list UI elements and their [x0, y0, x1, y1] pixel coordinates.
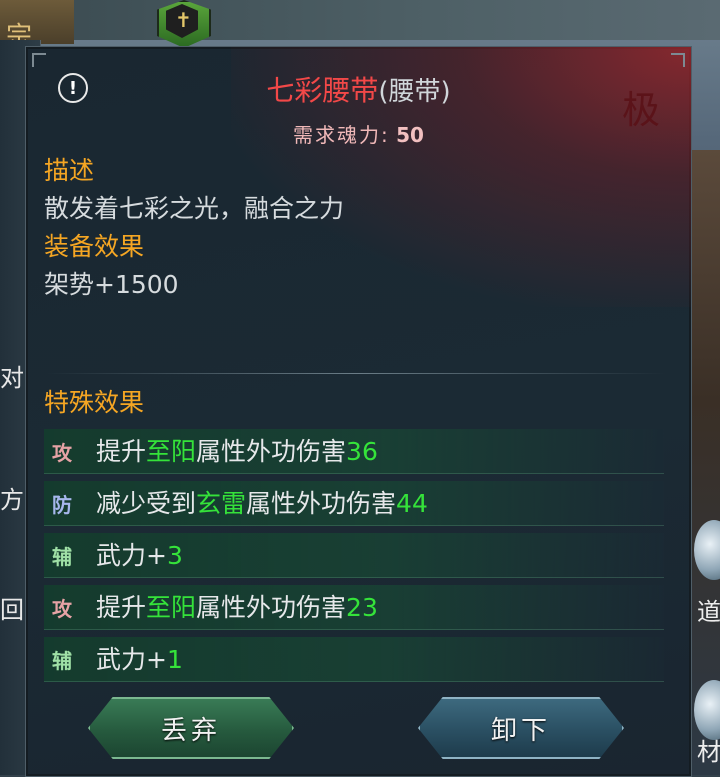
requirement-value: 50: [396, 123, 424, 147]
effect-prefix: 武力+: [96, 541, 167, 570]
special-effect-row: 辅武力+1: [44, 637, 664, 682]
description-heading: 描述: [44, 156, 95, 185]
item-type: (腰带): [378, 77, 451, 107]
effect-type-tag: 攻: [52, 597, 72, 621]
effect-description: 属性外功伤害: [196, 593, 347, 622]
left-panel-char-1: 对: [0, 364, 24, 392]
effect-text: 减少受到玄雷属性外功伤害44: [96, 484, 428, 520]
item-name: 七彩腰带: [266, 74, 379, 107]
effect-prefix: 武力+: [96, 645, 167, 674]
panel-corner-ornament: [671, 53, 685, 67]
item-tooltip-panel: ! 七彩腰带(腰带) 极 需求魂力: 50 描述 散发着七彩之光，融合之力 装备…: [25, 46, 692, 777]
effect-text: 提升至阳属性外功伤害23: [96, 588, 378, 624]
panel-corner-ornament: [32, 53, 46, 67]
section-divider: [46, 373, 666, 374]
equip-effect-heading: 装备效果: [44, 232, 145, 261]
effect-value: 23: [346, 593, 378, 622]
unequip-button-label: 卸下: [490, 715, 551, 746]
effect-text: 武力+3: [96, 536, 183, 572]
effect-element: 至阳: [146, 593, 197, 622]
effect-value: 1: [166, 645, 183, 674]
effect-value: 36: [346, 437, 378, 466]
effect-text: 提升至阳属性外功伤害36: [96, 432, 378, 468]
effect-type-tag: 辅: [52, 545, 72, 569]
special-effect-row: 辅武力+3: [44, 533, 664, 578]
special-effect-row: 防减少受到玄雷属性外功伤害44: [44, 481, 664, 526]
effect-value: 3: [166, 541, 183, 570]
right-menu-label-1: 道: [697, 598, 720, 626]
cross-icon: ✝: [175, 8, 192, 32]
unequip-button[interactable]: 卸下: [418, 697, 624, 759]
effect-prefix: 减少受到: [96, 489, 197, 518]
special-effect-row: 攻提升至阳属性外功伤害36: [44, 429, 664, 474]
effect-type-tag: 防: [52, 493, 72, 517]
discard-button-label: 丢弃: [160, 715, 221, 746]
effect-prefix: 提升: [96, 437, 147, 466]
effect-value: 44: [396, 489, 428, 518]
effect-description: 属性外功伤害: [246, 489, 397, 518]
right-menu-label-2: 材: [697, 738, 720, 766]
effect-description: 属性外功伤害: [196, 437, 347, 466]
discard-button[interactable]: 丢弃: [88, 697, 294, 759]
effect-prefix: 提升: [96, 593, 147, 622]
left-panel-char-2: 方: [0, 486, 24, 514]
requirement-line: 需求魂力: 50: [26, 119, 691, 148]
effect-type-tag: 辅: [52, 649, 72, 673]
top-bar: [0, 0, 720, 40]
effect-text: 武力+1: [96, 640, 183, 676]
item-title: 七彩腰带(腰带): [26, 69, 691, 109]
effect-element: 至阳: [146, 437, 197, 466]
effect-element: 玄雷: [196, 489, 247, 518]
special-effect-heading: 特殊效果: [44, 388, 145, 417]
special-effect-row: 攻提升至阳属性外功伤害23: [44, 585, 664, 630]
requirement-label: 需求魂力:: [293, 123, 390, 147]
sect-tab[interactable]: 宗: [0, 0, 74, 52]
description-text: 散发着七彩之光，融合之力: [44, 194, 345, 223]
effect-type-tag: 攻: [52, 441, 72, 465]
left-panel-char-3: 回: [0, 596, 24, 624]
equip-effect-text: 架势+1500: [44, 270, 179, 299]
